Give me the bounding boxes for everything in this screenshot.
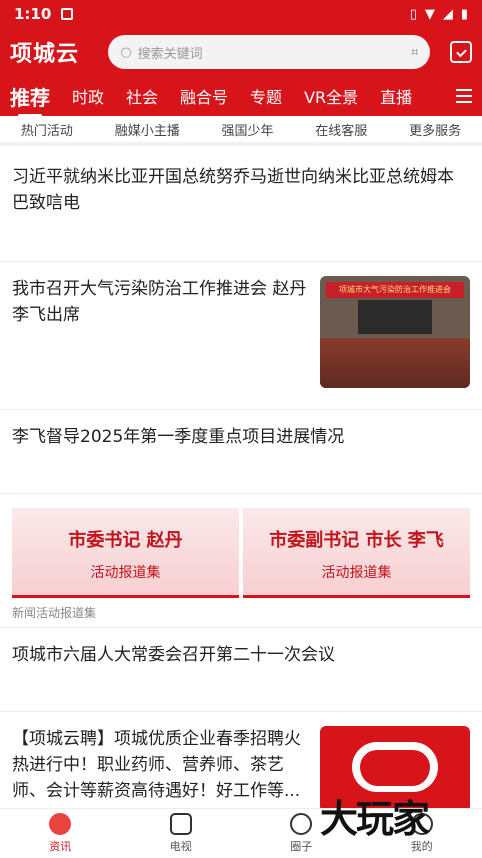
banner-subtitle: 活动报道集 — [321, 565, 392, 581]
battery-icon: ▮ — [460, 6, 468, 22]
watermark: 大玩家 — [320, 797, 430, 841]
report-collection: 市委书记 赵丹 活动报道集 市委副书记 市长 李飞 活动报道集 新闻活动报道集 — [0, 494, 482, 628]
tab-label: 电视 — [169, 840, 192, 853]
list-item[interactable]: 我市召开大气污染防治工作推进会 赵丹 李飞出席 项城市大气污染防治工作推进会 — [0, 262, 482, 410]
list-item[interactable]: 李飞督导2025年第一季度重点项目进展情况 — [0, 410, 482, 494]
search-placeholder: 搜索关键词 — [137, 46, 203, 62]
tab-society[interactable]: 社会 — [126, 84, 158, 108]
news-title: 习近平就纳米比亚开国总统努乔马逝世向纳米比亚总统姆本巴致唁电 — [12, 167, 454, 213]
tab-live[interactable]: 直播 — [380, 84, 412, 108]
tab-vr[interactable]: VR全景 — [304, 84, 358, 108]
thumbnail-banner: 项城市大气污染防治工作推进会 — [326, 282, 464, 298]
menu-icon[interactable] — [456, 89, 472, 103]
scan-icon[interactable]: ⌗ — [411, 45, 418, 60]
tab-label: 圈子 — [290, 840, 313, 853]
tab-topics[interactable]: 专题 — [250, 84, 282, 108]
wifi-icon: ▼ — [424, 6, 435, 22]
signal-icon: ◢ — [442, 6, 453, 22]
tab-politics[interactable]: 时政 — [72, 84, 104, 108]
tv-icon — [169, 813, 192, 835]
calendar-icon[interactable] — [450, 41, 472, 63]
news-icon — [49, 813, 72, 835]
report-banners: 市委书记 赵丹 活动报道集 市委副书记 市长 李飞 活动报道集 — [12, 508, 470, 598]
banner-secretary[interactable]: 市委书记 赵丹 活动报道集 — [12, 508, 239, 598]
tab-label: 资讯 — [49, 840, 72, 853]
tab-tv[interactable]: 电视 — [121, 809, 242, 858]
sub-navigation: 热门活动 融媒小主播 强国少年 在线客服 更多服务 — [0, 116, 482, 146]
cloud-icon — [352, 742, 438, 792]
subnav-little-anchor[interactable]: 融媒小主播 — [115, 120, 180, 139]
subnav-more-services[interactable]: 更多服务 — [409, 120, 461, 139]
tab-news[interactable]: 资讯 — [0, 809, 121, 858]
news-title: 我市召开大气污染防治工作推进会 赵丹 李飞出席 — [12, 279, 307, 325]
collection-caption: 新闻活动报道集 — [12, 606, 97, 620]
banner-mayor[interactable]: 市委副书记 市长 李飞 活动报道集 — [243, 508, 470, 598]
subnav-youth[interactable]: 强国少年 — [221, 120, 273, 139]
list-item[interactable]: 习近平就纳米比亚开国总统努乔马逝世向纳米比亚总统姆本巴致唁电 — [0, 150, 482, 262]
news-feed: 习近平就纳米比亚开国总统努乔马逝世向纳米比亚总统姆本巴致唁电 我市召开大气污染防… — [0, 150, 482, 812]
news-thumbnail: 项城市大气污染防治工作推进会 — [320, 276, 470, 388]
banner-title: 市委副书记 市长 李飞 — [269, 530, 444, 551]
subnav-customer-service[interactable]: 在线客服 — [315, 120, 367, 139]
list-item[interactable]: 项城市六届人大常委会召开第二十一次会议 — [0, 628, 482, 712]
status-icons: ▯ ▼ ◢ ▮ — [410, 7, 468, 22]
news-title: 李飞督导2025年第一季度重点项目进展情况 — [12, 427, 345, 447]
banner-title: 市委书记 赵丹 — [68, 530, 183, 551]
vibrate-icon: ▯ — [409, 6, 417, 22]
subnav-hot-events[interactable]: 热门活动 — [21, 120, 73, 139]
status-bar: 1:10 ▯ ▼ ◢ ▮ — [0, 0, 482, 28]
app-logo: 项城云 — [10, 41, 80, 67]
search-input[interactable]: ○ 搜索关键词 ⌗ — [108, 35, 431, 69]
thumbnail-audience — [320, 338, 470, 388]
search-icon: ○ — [120, 44, 132, 60]
tab-media[interactable]: 融合号 — [180, 84, 228, 108]
news-title: 【项城云聘】项城优质企业春季招聘火热进行中！职业药师、营养师、茶艺师、会计等薪资… — [12, 729, 301, 801]
news-title: 项城市六届人大常委会召开第二十一次会议 — [12, 645, 335, 665]
status-time: 1:10 — [14, 5, 52, 23]
banner-subtitle: 活动报道集 — [90, 565, 161, 581]
top-bar: 项城云 ○ 搜索关键词 ⌗ — [0, 28, 482, 76]
thumbnail-screen — [358, 300, 432, 334]
circle-icon — [290, 813, 313, 835]
notification-icon — [61, 8, 74, 20]
channel-tabs: 推荐 时政 社会 融合号 专题 VR全景 直播 — [0, 76, 482, 117]
tab-recommend[interactable]: 推荐 — [10, 82, 50, 117]
